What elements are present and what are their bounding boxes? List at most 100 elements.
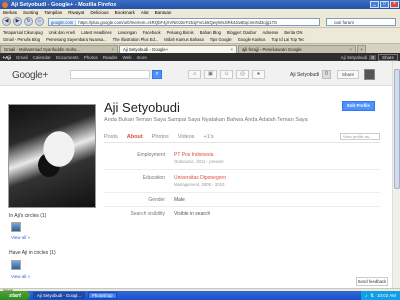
avatar[interactable] — [364, 69, 375, 80]
taskbar-item-photoshop[interactable]: Photoshop — [87, 292, 117, 299]
menu-delicious[interactable]: Delicious — [87, 10, 111, 15]
in-circles-view-all-link[interactable]: View all » — [11, 235, 30, 240]
education-value[interactable]: Universitas Diponegoro — [174, 175, 226, 181]
bookmark-item[interactable]: Istilah Kamus Bahasa — [161, 37, 207, 42]
bookmark-item[interactable]: Latest Headlines — [78, 30, 115, 35]
gbar-gmail-link[interactable]: Gmail — [13, 55, 30, 60]
bookmark-item[interactable]: Pemenang Sayembara Nuansa... — [43, 37, 110, 42]
start-button[interactable]: start — [0, 291, 30, 300]
bookmark-item[interactable]: Unik dan Aneh — [46, 30, 79, 35]
taskbar-item-firefox[interactable]: Aji Setyobudi - Googl... — [33, 292, 85, 299]
page-scrollbar[interactable] — [392, 61, 400, 288]
volume-icon[interactable]: ♪ — [365, 293, 367, 298]
bookmark-item[interactable]: Adsense — [259, 30, 281, 35]
profile-icon[interactable]: ☺ — [220, 70, 233, 79]
tab-plus-ones[interactable]: +1's — [204, 134, 214, 140]
back-icon[interactable]: ◀ — [2, 17, 11, 26]
gender-label: Gender — [148, 197, 165, 203]
tab-google-search[interactable]: ajli ferajji - Penelusuran Google × — [238, 45, 356, 53]
bookmark-item[interactable]: Berita ON — [281, 30, 305, 35]
clock: 10:02 AM — [376, 293, 396, 298]
gbar-reader-link[interactable]: Reader — [100, 55, 120, 60]
menu-bantuan[interactable]: Bantuan — [152, 10, 175, 15]
home-icon[interactable]: ⌂ — [35, 17, 44, 26]
bookmark-item[interactable]: Google Kaskus — [235, 37, 269, 42]
bookmarks-toolbar: Tetaparsial Cikurupug Unik dan Aneh Late… — [0, 28, 400, 36]
gbar-user-name[interactable]: Aji Setyobudi — [338, 55, 369, 60]
tab-about[interactable]: About — [127, 134, 143, 140]
reload-icon[interactable]: ↻ — [24, 17, 33, 26]
have-in-circles-view-all-link[interactable]: View all » — [11, 274, 30, 279]
bookmark-item[interactable]: Lowongan — [115, 30, 140, 35]
photos-icon[interactable]: ▣ — [204, 70, 217, 79]
tab-videos[interactable]: Videos — [178, 134, 195, 140]
google-bar: +Aji Gmail Calendar Documents Photos Rea… — [0, 53, 400, 61]
edit-profile-button[interactable]: Edit Profile — [342, 101, 375, 111]
gbar-me-link[interactable]: +Aji — [0, 55, 13, 60]
url-text: https://plus.google.com/u/0/me/rem=r4RQb… — [78, 19, 278, 25]
gbar-share-button[interactable]: Share — [377, 53, 398, 61]
search-input[interactable]: cari forum — [326, 18, 396, 26]
bookmarks-toolbar-2: Gmail - Penulis Blog Pemenang Sayembara … — [0, 36, 400, 44]
tab-aji-setyobudi[interactable]: Aji Setyobudi - Google+ × — [119, 45, 237, 53]
new-tab-button[interactable]: + — [357, 45, 366, 53]
view-profile-as-input[interactable]: View profile as... — [340, 133, 380, 140]
network-icon[interactable]: ⇅ — [370, 293, 374, 299]
scrollbar-thumb[interactable] — [394, 69, 400, 189]
gbar-photos-link[interactable]: Photos — [81, 55, 100, 60]
circle-member-avatar[interactable] — [11, 222, 21, 232]
menu-alat[interactable]: Alat — [138, 10, 152, 15]
bookmark-item[interactable]: Peluang Bisnis — [164, 30, 197, 35]
in-circles-heading: In Aji's circles (1) — [9, 213, 47, 219]
forward-icon[interactable]: ▶ — [13, 17, 22, 26]
bookmark-item[interactable]: Blogger: Dasbor — [224, 30, 260, 35]
tab-photos[interactable]: Photos — [152, 134, 169, 140]
minimize-button[interactable]: _ — [370, 1, 379, 8]
bookmark-item[interactable]: Gmail - Penulis Blog — [0, 37, 43, 42]
menu-berkas[interactable]: Berkas — [0, 10, 20, 15]
tab-close-icon[interactable]: × — [111, 47, 114, 52]
circle-follower-avatar[interactable] — [11, 260, 21, 270]
gbar-calendar-link[interactable]: Calendar — [30, 55, 53, 60]
gbar-documents-link[interactable]: Documents — [53, 55, 81, 60]
bookmark-item[interactable]: Top Id Lai Top Tec — [268, 37, 307, 42]
employment-value[interactable]: PT Pos Indonesia — [174, 152, 213, 158]
url-bar[interactable]: google.com https://plus.google.com/u/0/m… — [48, 18, 320, 26]
gplus-search-input[interactable] — [70, 70, 150, 79]
menu-bookmark[interactable]: Bookmark — [112, 10, 138, 15]
menu-riwayat[interactable]: Riwayat — [65, 10, 87, 15]
tab-gmail[interactable]: Gmail - Muhammad Syarifuddin mohs... × — [0, 45, 118, 53]
gplus-logo[interactable]: Google+ — [12, 70, 48, 81]
tab-label: Gmail - Muhammad Syarifuddin mohs... — [4, 47, 80, 52]
menu-bar: Berkas Sunting Tampilan Riwayat Deliciou… — [0, 9, 400, 16]
header-notification-count[interactable]: 0 — [322, 70, 331, 79]
tab-close-icon[interactable]: × — [349, 47, 352, 52]
bookmark-item[interactable]: Bahan Blog — [197, 30, 224, 35]
tab-posts[interactable]: Posts — [104, 134, 118, 140]
search-visibility-label: Search visibility — [130, 211, 165, 217]
header-user-name[interactable]: Aji Setyobudi — [290, 72, 319, 78]
bookmark-item[interactable]: Facebook — [140, 30, 164, 35]
maximize-button[interactable]: □ — [380, 1, 389, 8]
gbar-more-link[interactable]: more — [134, 55, 149, 60]
close-button[interactable]: × — [390, 1, 399, 8]
menu-sunting[interactable]: Sunting — [20, 10, 41, 15]
home-icon[interactable]: ⌂ — [188, 70, 201, 79]
window-title: Aji Setyobudi - Google+ - Mozilla Firefo… — [11, 1, 117, 8]
tab-close-icon[interactable]: × — [230, 47, 233, 52]
profile-tagline: Anda Bukan Teman Saya Sampai Saya Nyatak… — [104, 117, 308, 123]
menu-tampilan[interactable]: Tampilan — [41, 10, 65, 15]
search-icon[interactable]: ⌕ — [152, 70, 162, 79]
header-share-button[interactable]: Share — [337, 70, 359, 79]
profile-name: Aji Setyobudi — [104, 100, 180, 115]
bookmark-item[interactable]: Tips Google — [207, 37, 235, 42]
send-feedback-button[interactable]: Send feedback — [356, 277, 388, 286]
games-icon[interactable]: ♠ — [252, 70, 265, 79]
bookmark-item[interactable]: The Illustration Plus Ed... — [110, 37, 162, 42]
circles-icon[interactable]: ◎ — [236, 70, 249, 79]
tab-label: Aji Setyobudi - Google+ — [123, 47, 169, 52]
profile-photo[interactable] — [8, 104, 96, 208]
gbar-web-link[interactable]: Web — [120, 55, 134, 60]
bookmark-item[interactable]: Tetaparsial Cikurupug — [0, 30, 46, 35]
gbar-notification-count[interactable]: 0 — [369, 54, 376, 60]
